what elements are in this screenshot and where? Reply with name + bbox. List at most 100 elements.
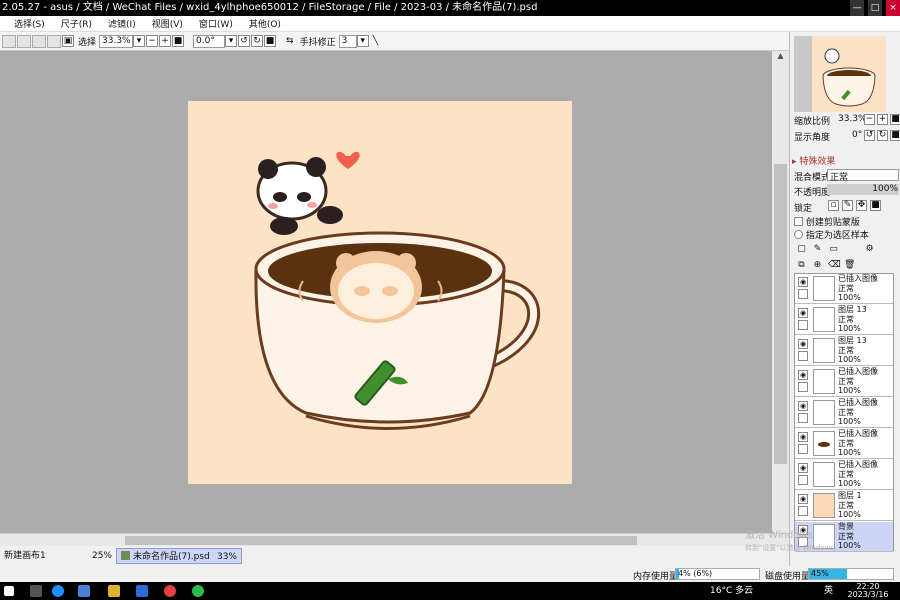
angle-dropdown-icon[interactable]: ▾ <box>225 35 238 47</box>
layer-checkbox[interactable] <box>798 444 808 454</box>
tab-new-canvas[interactable]: 新建画布1 25% <box>0 548 116 564</box>
clear-layer-icon[interactable]: ⌫ <box>828 261 841 272</box>
zoom-reset-button[interactable]: ■ <box>172 35 185 47</box>
horizontal-scrollbar[interactable] <box>0 533 789 546</box>
layer-checkbox[interactable] <box>798 289 808 299</box>
layer-checkbox[interactable] <box>798 382 808 392</box>
layer-options-icon[interactable]: ⚙ <box>864 245 875 256</box>
nav-zoom-in-button[interactable]: + <box>877 114 888 125</box>
selection-toggle-icon[interactable]: ▣ <box>62 35 74 47</box>
nav-rotate-reset-button[interactable]: ■ <box>890 130 900 141</box>
layer-item[interactable]: ◉ 图层 13 正常 100% <box>795 305 893 335</box>
layer-item[interactable]: ◉ 已插入图像 正常 100% <box>795 274 893 304</box>
input-language[interactable]: 英 <box>824 582 833 600</box>
lock-transparency-icon[interactable]: ▫ <box>828 200 839 211</box>
clipping-mask-checkbox[interactable] <box>794 217 803 226</box>
menu-select[interactable]: 选择(S) <box>14 17 45 30</box>
layer-item[interactable]: ◉ 图层 13 正常 100% <box>795 336 893 366</box>
search-icon[interactable] <box>30 585 42 597</box>
zoom-in-button[interactable]: + <box>159 35 172 47</box>
rotate-left-button[interactable]: ↺ <box>238 35 251 47</box>
nav-rotate-right-button[interactable]: ↻ <box>877 130 888 141</box>
clipping-mask-option[interactable]: 创建剪贴蒙版 <box>794 215 860 228</box>
paint-tool-sai-icon[interactable] <box>164 585 176 597</box>
menu-other[interactable]: 其他(O) <box>249 17 281 30</box>
opacity-slider[interactable]: 100% <box>827 184 899 195</box>
rotate-right-button[interactable]: ↻ <box>251 35 264 47</box>
store-icon[interactable] <box>78 585 90 597</box>
lock-move-icon[interactable]: ✥ <box>856 200 867 211</box>
clock[interactable]: 22:20 2023/3/16 <box>846 583 890 599</box>
layer-item[interactable]: ◉ 已插入图像 正常 100% <box>795 367 893 397</box>
tool-slot-4[interactable] <box>47 34 61 48</box>
zoom-out-button[interactable]: − <box>146 35 159 47</box>
horizontal-scroll-thumb[interactable] <box>125 536 637 545</box>
layer-checkbox[interactable] <box>798 475 808 485</box>
visibility-eye-icon[interactable]: ◉ <box>798 370 808 380</box>
menu-filter[interactable]: 滤镜(I) <box>108 17 136 30</box>
scroll-up-icon[interactable]: ▲ <box>772 51 789 63</box>
minimize-button[interactable]: — <box>850 0 864 16</box>
new-layer-icon[interactable]: ▢ <box>796 245 807 256</box>
pen-pressure-icon[interactable]: ╲ <box>373 36 378 46</box>
visibility-eye-icon[interactable]: ◉ <box>798 494 808 504</box>
nav-zoom-reset-button[interactable]: ■ <box>890 114 900 125</box>
artwork-canvas[interactable] <box>188 101 572 484</box>
lock-paint-icon[interactable]: ✎ <box>842 200 853 211</box>
visibility-eye-icon[interactable]: ◉ <box>798 339 808 349</box>
vertical-scroll-thumb[interactable] <box>774 164 787 464</box>
layer-list[interactable]: ◉ 已插入图像 正常 100% ◉ 图层 13 正常 100% ◉ 图层 13 … <box>794 273 894 552</box>
layer-item[interactable]: ◉ 已插入图像 正常 100% <box>795 429 893 459</box>
tool-slot-1[interactable] <box>2 34 16 48</box>
merge-layer-icon[interactable]: ⊕ <box>812 261 823 272</box>
maximize-button[interactable]: □ <box>868 0 882 16</box>
rotate-reset-button[interactable]: ■ <box>264 35 277 47</box>
close-button[interactable]: × <box>886 0 900 16</box>
layer-checkbox[interactable] <box>798 351 808 361</box>
visibility-eye-icon[interactable]: ◉ <box>798 401 808 411</box>
lock-all-icon[interactable]: ■ <box>870 200 881 211</box>
nav-rotate-left-button[interactable]: ↺ <box>864 130 875 141</box>
start-icon[interactable] <box>4 586 14 596</box>
menu-view[interactable]: 视图(V) <box>152 17 183 30</box>
explorer-icon[interactable] <box>108 585 120 597</box>
blend-mode-select[interactable]: 正常 <box>827 169 899 183</box>
effects-section-title[interactable]: ▸ 特殊效果 <box>792 154 835 167</box>
tool-slot-3[interactable] <box>32 34 46 48</box>
weather-status[interactable]: 16°C 多云 <box>710 582 753 600</box>
visibility-eye-icon[interactable]: ◉ <box>798 432 808 442</box>
menu-window[interactable]: 窗口(W) <box>199 17 233 30</box>
layer-checkbox[interactable] <box>798 506 808 516</box>
edge-icon[interactable] <box>52 585 64 597</box>
layer-checkbox[interactable] <box>798 413 808 423</box>
layer-item[interactable]: ◉ 图层 1 正常 100% <box>795 491 893 521</box>
layer-item[interactable]: ◉ 已插入图像 正常 100% <box>795 460 893 490</box>
visibility-eye-icon[interactable]: ◉ <box>798 277 808 287</box>
selection-source-option[interactable]: 指定为选区样本 <box>794 228 869 241</box>
vertical-scrollbar[interactable]: ▲ <box>772 51 789 533</box>
stabilizer-dropdown-icon[interactable]: ▾ <box>356 35 369 47</box>
nav-zoom-out-button[interactable]: − <box>864 114 875 125</box>
angle-field[interactable]: 0.0° <box>193 34 226 48</box>
canvas-workspace[interactable] <box>0 51 772 533</box>
visibility-eye-icon[interactable]: ◉ <box>798 308 808 318</box>
stabilizer-field[interactable]: 3 <box>338 34 357 48</box>
mail-icon[interactable] <box>136 585 148 597</box>
tool-slot-2[interactable] <box>17 34 31 48</box>
delete-layer-icon[interactable]: 🗑 <box>844 261 855 272</box>
copy-layer-icon[interactable]: ⧉ <box>796 261 807 272</box>
menu-ruler[interactable]: 尺子(R) <box>61 17 92 30</box>
new-folder-icon[interactable]: ▭ <box>828 245 839 256</box>
zoom-dropdown-icon[interactable]: ▾ <box>133 35 146 47</box>
navigator-preview[interactable] <box>794 36 886 112</box>
zoom-field[interactable]: 33.3% <box>99 34 134 48</box>
tab-active-document[interactable]: 未命名作品(7).psd 33% <box>116 548 242 564</box>
layer-checkbox[interactable] <box>798 320 808 330</box>
layer-thumbnail <box>813 462 835 487</box>
selection-source-radio[interactable] <box>794 230 803 239</box>
layer-item[interactable]: ◉ 已插入图像 正常 100% <box>795 398 893 428</box>
flip-icon[interactable]: ⇆ <box>286 36 294 46</box>
wechat-icon[interactable] <box>192 585 204 597</box>
visibility-eye-icon[interactable]: ◉ <box>798 463 808 473</box>
new-vector-layer-icon[interactable]: ✎ <box>812 245 823 256</box>
